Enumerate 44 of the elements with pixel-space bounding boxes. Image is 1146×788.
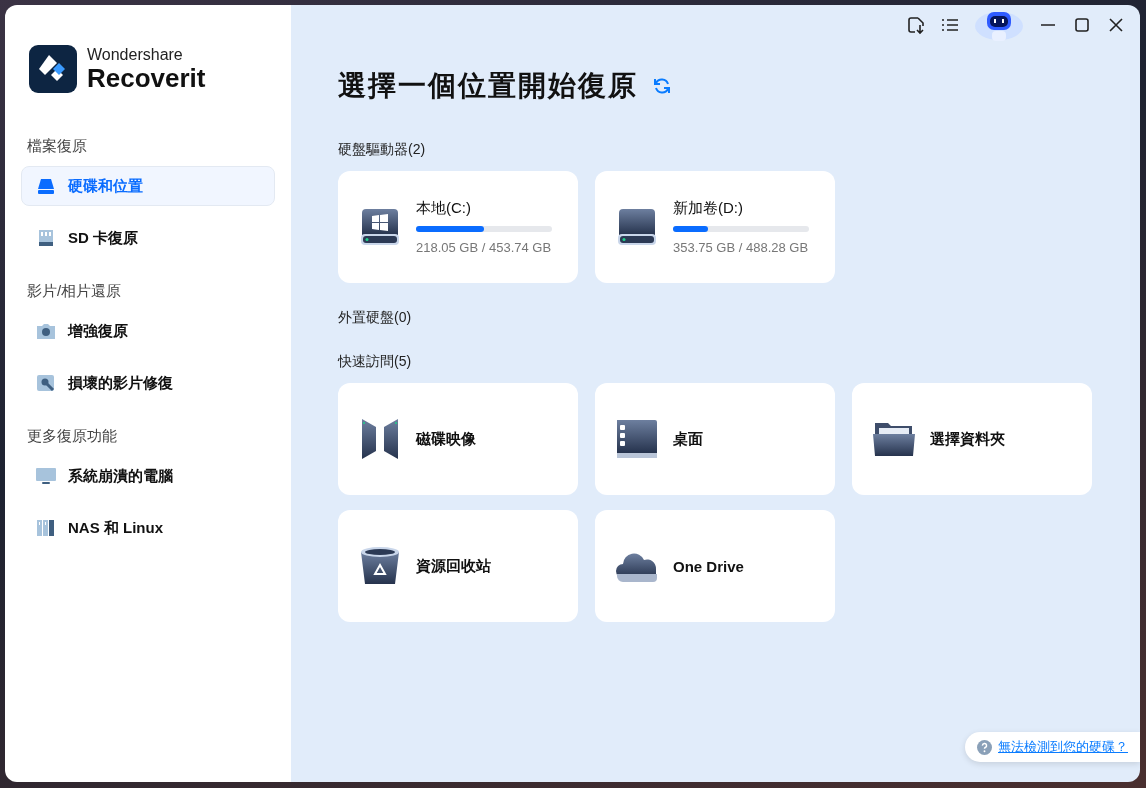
logo-icon [29,45,77,93]
group-heading: 硬盤驅動器(2) [338,141,427,159]
refresh-icon[interactable] [652,76,672,96]
location-name: 磁碟映像 [416,429,476,449]
group-heading: 快速訪問(5) [338,353,413,371]
sidebar-item[interactable]: 增強復原 [21,311,275,351]
section-heading: 更多復原功能 [27,427,118,446]
import-icon[interactable] [906,15,926,35]
drive-usage: 218.05 GB / 453.74 GB [416,240,552,255]
drive-name: 新加卷(D:) [673,199,744,218]
camera-icon [36,322,56,340]
wrench-icon [36,374,56,392]
location-card[interactable]: One Drive [595,510,835,622]
help-link[interactable]: 無法檢測到您的硬碟？ [998,738,1128,756]
location-card[interactable]: 資源回收站 [338,510,578,622]
window-icon [615,417,659,461]
drive-name: 本地(C:) [416,199,472,218]
monitor-icon [36,467,56,485]
sidebar-item[interactable]: SD 卡復原 [21,218,275,258]
sidebar-item[interactable]: 硬碟和位置 [21,166,275,206]
page-title: 選擇一個位置開始復原 [338,68,638,104]
section-heading: 檔案復原 [27,137,88,156]
server-icon [36,519,56,537]
product-name: Recoverit [87,64,206,92]
location-card[interactable]: 本地(C:) 218.05 GB / 453.74 GB [338,171,578,283]
location-card[interactable]: 桌面 [595,383,835,495]
drive-usage: 353.75 GB / 488.28 GB [673,240,809,255]
location-card[interactable]: 選擇資料夾 [852,383,1092,495]
drive-icon [36,177,56,195]
location-card[interactable]: 新加卷(D:) 353.75 GB / 488.28 GB [595,171,835,283]
group-heading: 外置硬盤(0) [338,309,413,327]
section-heading: 影片/相片還原 [27,282,123,301]
sidebar-item[interactable]: 系統崩潰的電腦 [21,456,275,496]
location-card[interactable]: 磁碟映像 [338,383,578,495]
sidebar-item[interactable]: 損壞的影片修復 [21,363,275,403]
sd-card-icon [36,229,56,247]
maximize-icon[interactable] [1072,15,1092,35]
sidebar-item[interactable]: NAS 和 Linux [21,508,275,548]
location-name: One Drive [673,557,744,575]
location-name: 桌面 [673,429,703,449]
help-icon [977,739,992,755]
location-name: 資源回收站 [416,556,491,576]
company-name: Wondershare [87,46,184,64]
location-name: 選擇資料夾 [930,429,1005,449]
